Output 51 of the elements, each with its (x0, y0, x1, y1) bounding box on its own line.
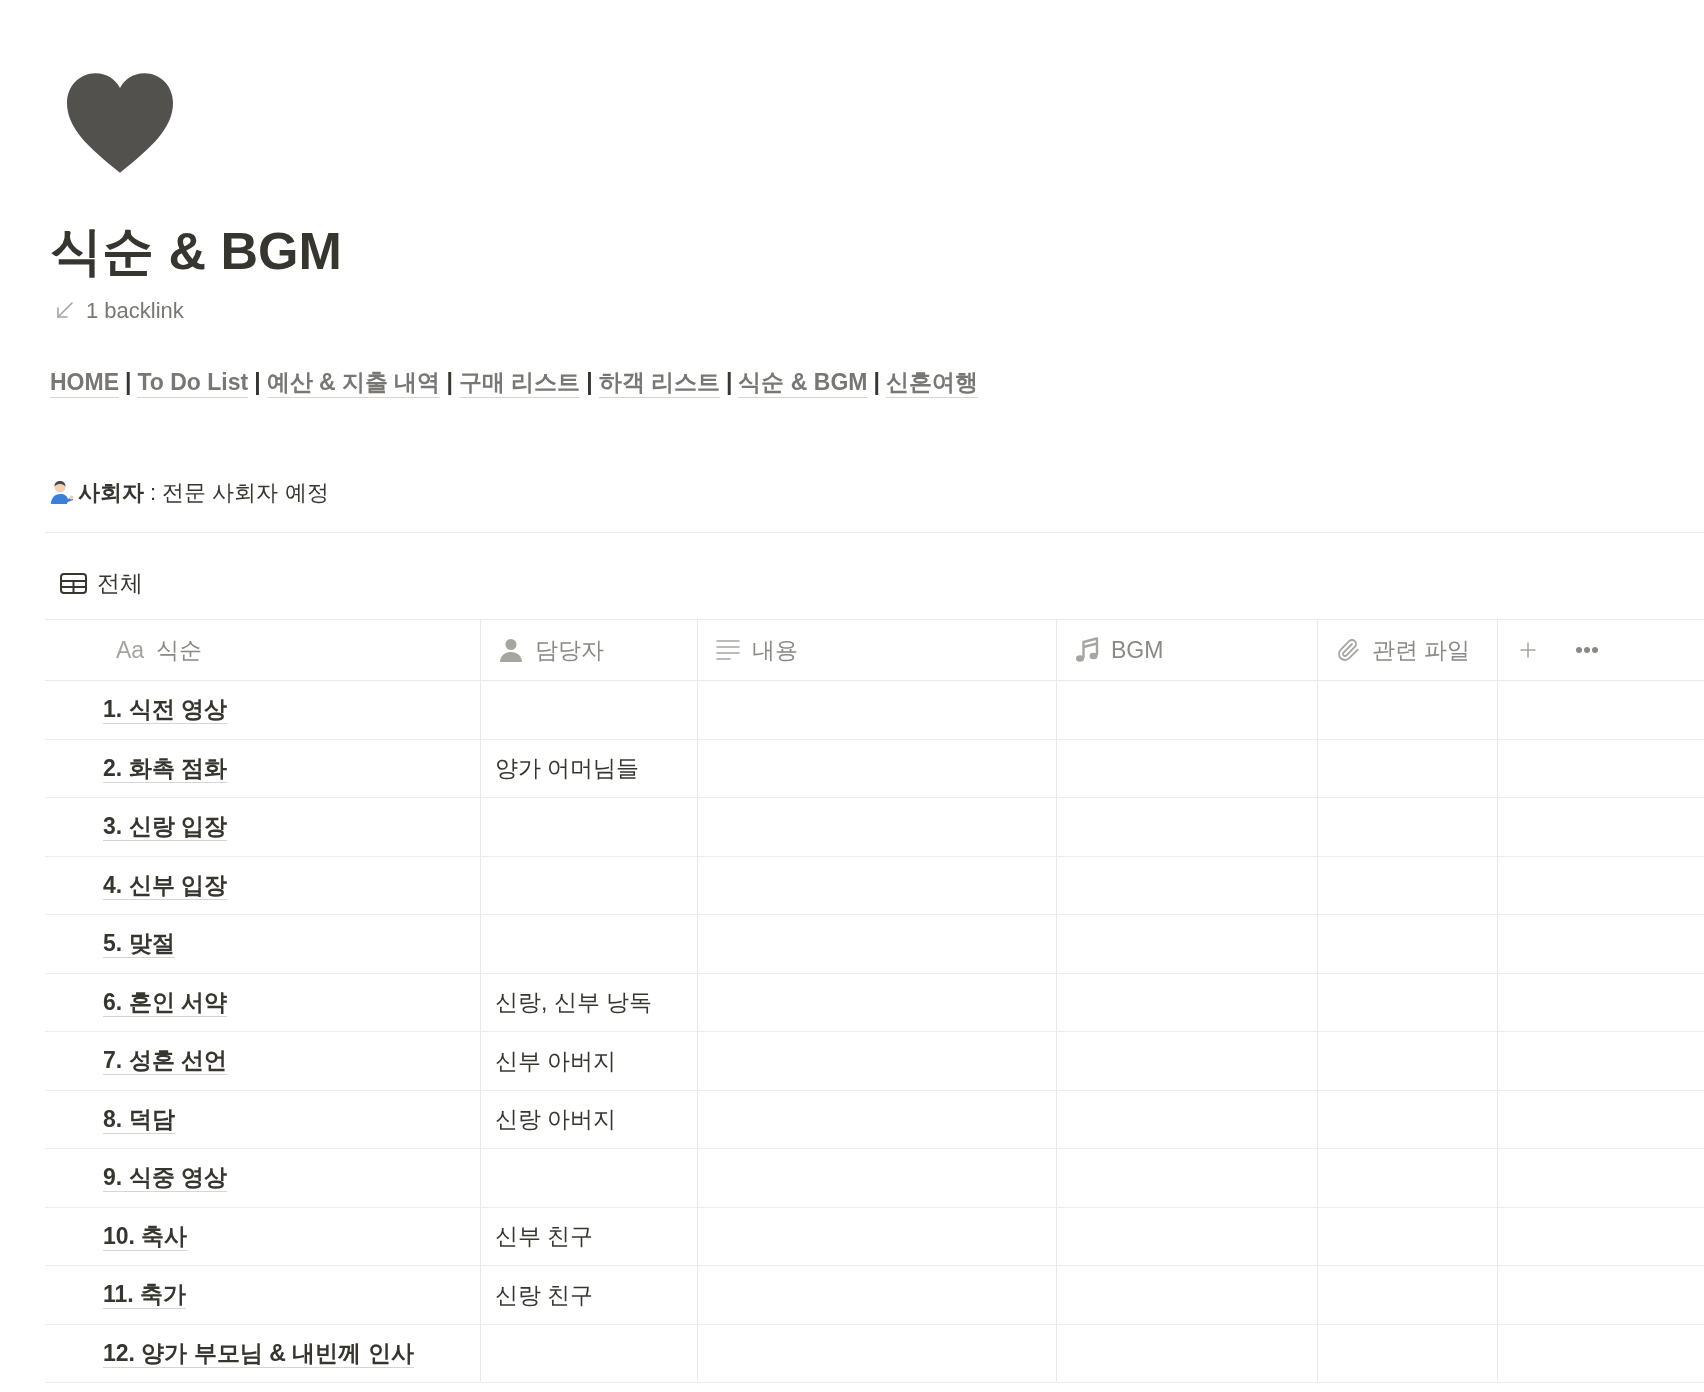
row-title-link[interactable]: 8. 덕담 (103, 1104, 175, 1134)
row-title-link[interactable]: 7. 성혼 선언 (103, 1046, 227, 1076)
table-icon (60, 572, 87, 594)
row-title-link[interactable]: 1. 식전 영상 (103, 695, 227, 725)
row-title-link[interactable]: 5. 맞절 (103, 929, 175, 959)
row-title-link[interactable]: 4. 신부 입장 (103, 870, 227, 900)
nav-link[interactable]: 예산 & 지출 내역 (266, 367, 441, 398)
nav-link[interactable]: HOME (50, 367, 119, 398)
row-title-link[interactable]: 9. 식중 영상 (103, 1163, 227, 1193)
column-header[interactable]: 담당자 (499, 632, 604, 668)
row-title-link[interactable]: 2. 화촉 점화 (103, 753, 227, 783)
page-title: 식순 & BGM (50, 221, 342, 282)
nav-link[interactable]: To Do List (137, 367, 249, 398)
row-title-link[interactable]: 10. 축사 (103, 1221, 188, 1251)
column-header[interactable]: Aa 식순 (116, 632, 203, 668)
row-title-link[interactable]: 3. 신랑 입장 (103, 812, 227, 842)
music-note-icon (1075, 637, 1099, 663)
person-icon (50, 480, 74, 504)
nav-separator: | (873, 368, 880, 397)
table-cell: 신부 아버지 (481, 1032, 698, 1090)
table-cell: 신랑 아버지 (481, 1090, 698, 1148)
column-header[interactable]: 관련 파일 (1336, 632, 1471, 668)
nav-link[interactable]: 신혼여행 (886, 367, 978, 398)
person-icon (499, 638, 523, 662)
table-cell: 신부 친구 (481, 1207, 698, 1265)
row-title-link[interactable]: 12. 양가 부모님 & 내빈께 인사 (103, 1338, 414, 1368)
nav-link[interactable]: 식순 & BGM (738, 367, 868, 398)
arrow-down-left-icon (56, 301, 74, 319)
table-cell: 신랑 친구 (481, 1266, 698, 1324)
host-note: 사회자 : 전문 사회자 예정 (78, 478, 329, 507)
nav-separator: | (446, 368, 453, 397)
row-title-link[interactable]: 6. 혼인 서약 (103, 987, 227, 1017)
view-tab[interactable]: 전체 (52, 567, 151, 599)
backlink-button[interactable]: 1 backlink (50, 295, 188, 325)
nav-link[interactable]: 구매 리스트 (458, 367, 581, 398)
nav-separator: | (125, 368, 132, 397)
paperclip-icon (1336, 638, 1360, 662)
nav-link[interactable]: 하객 리스트 (598, 367, 721, 398)
column-header[interactable]: BGM (1075, 632, 1164, 668)
nav-separator: | (254, 368, 261, 397)
nav-separator: | (586, 368, 593, 397)
nav-separator: | (726, 368, 733, 397)
table-cell: 양가 어머님들 (481, 739, 698, 797)
more-options-button[interactable] (1576, 647, 1598, 653)
table-cell: 신랑, 신부 낭독 (481, 973, 698, 1031)
text-lines-icon (716, 639, 740, 661)
heart-icon (67, 73, 173, 173)
text-type-icon: Aa (116, 638, 145, 662)
row-title-link[interactable]: 11. 축가 (103, 1280, 187, 1310)
column-header[interactable]: 내용 (716, 632, 798, 668)
more-icon (1576, 647, 1598, 653)
